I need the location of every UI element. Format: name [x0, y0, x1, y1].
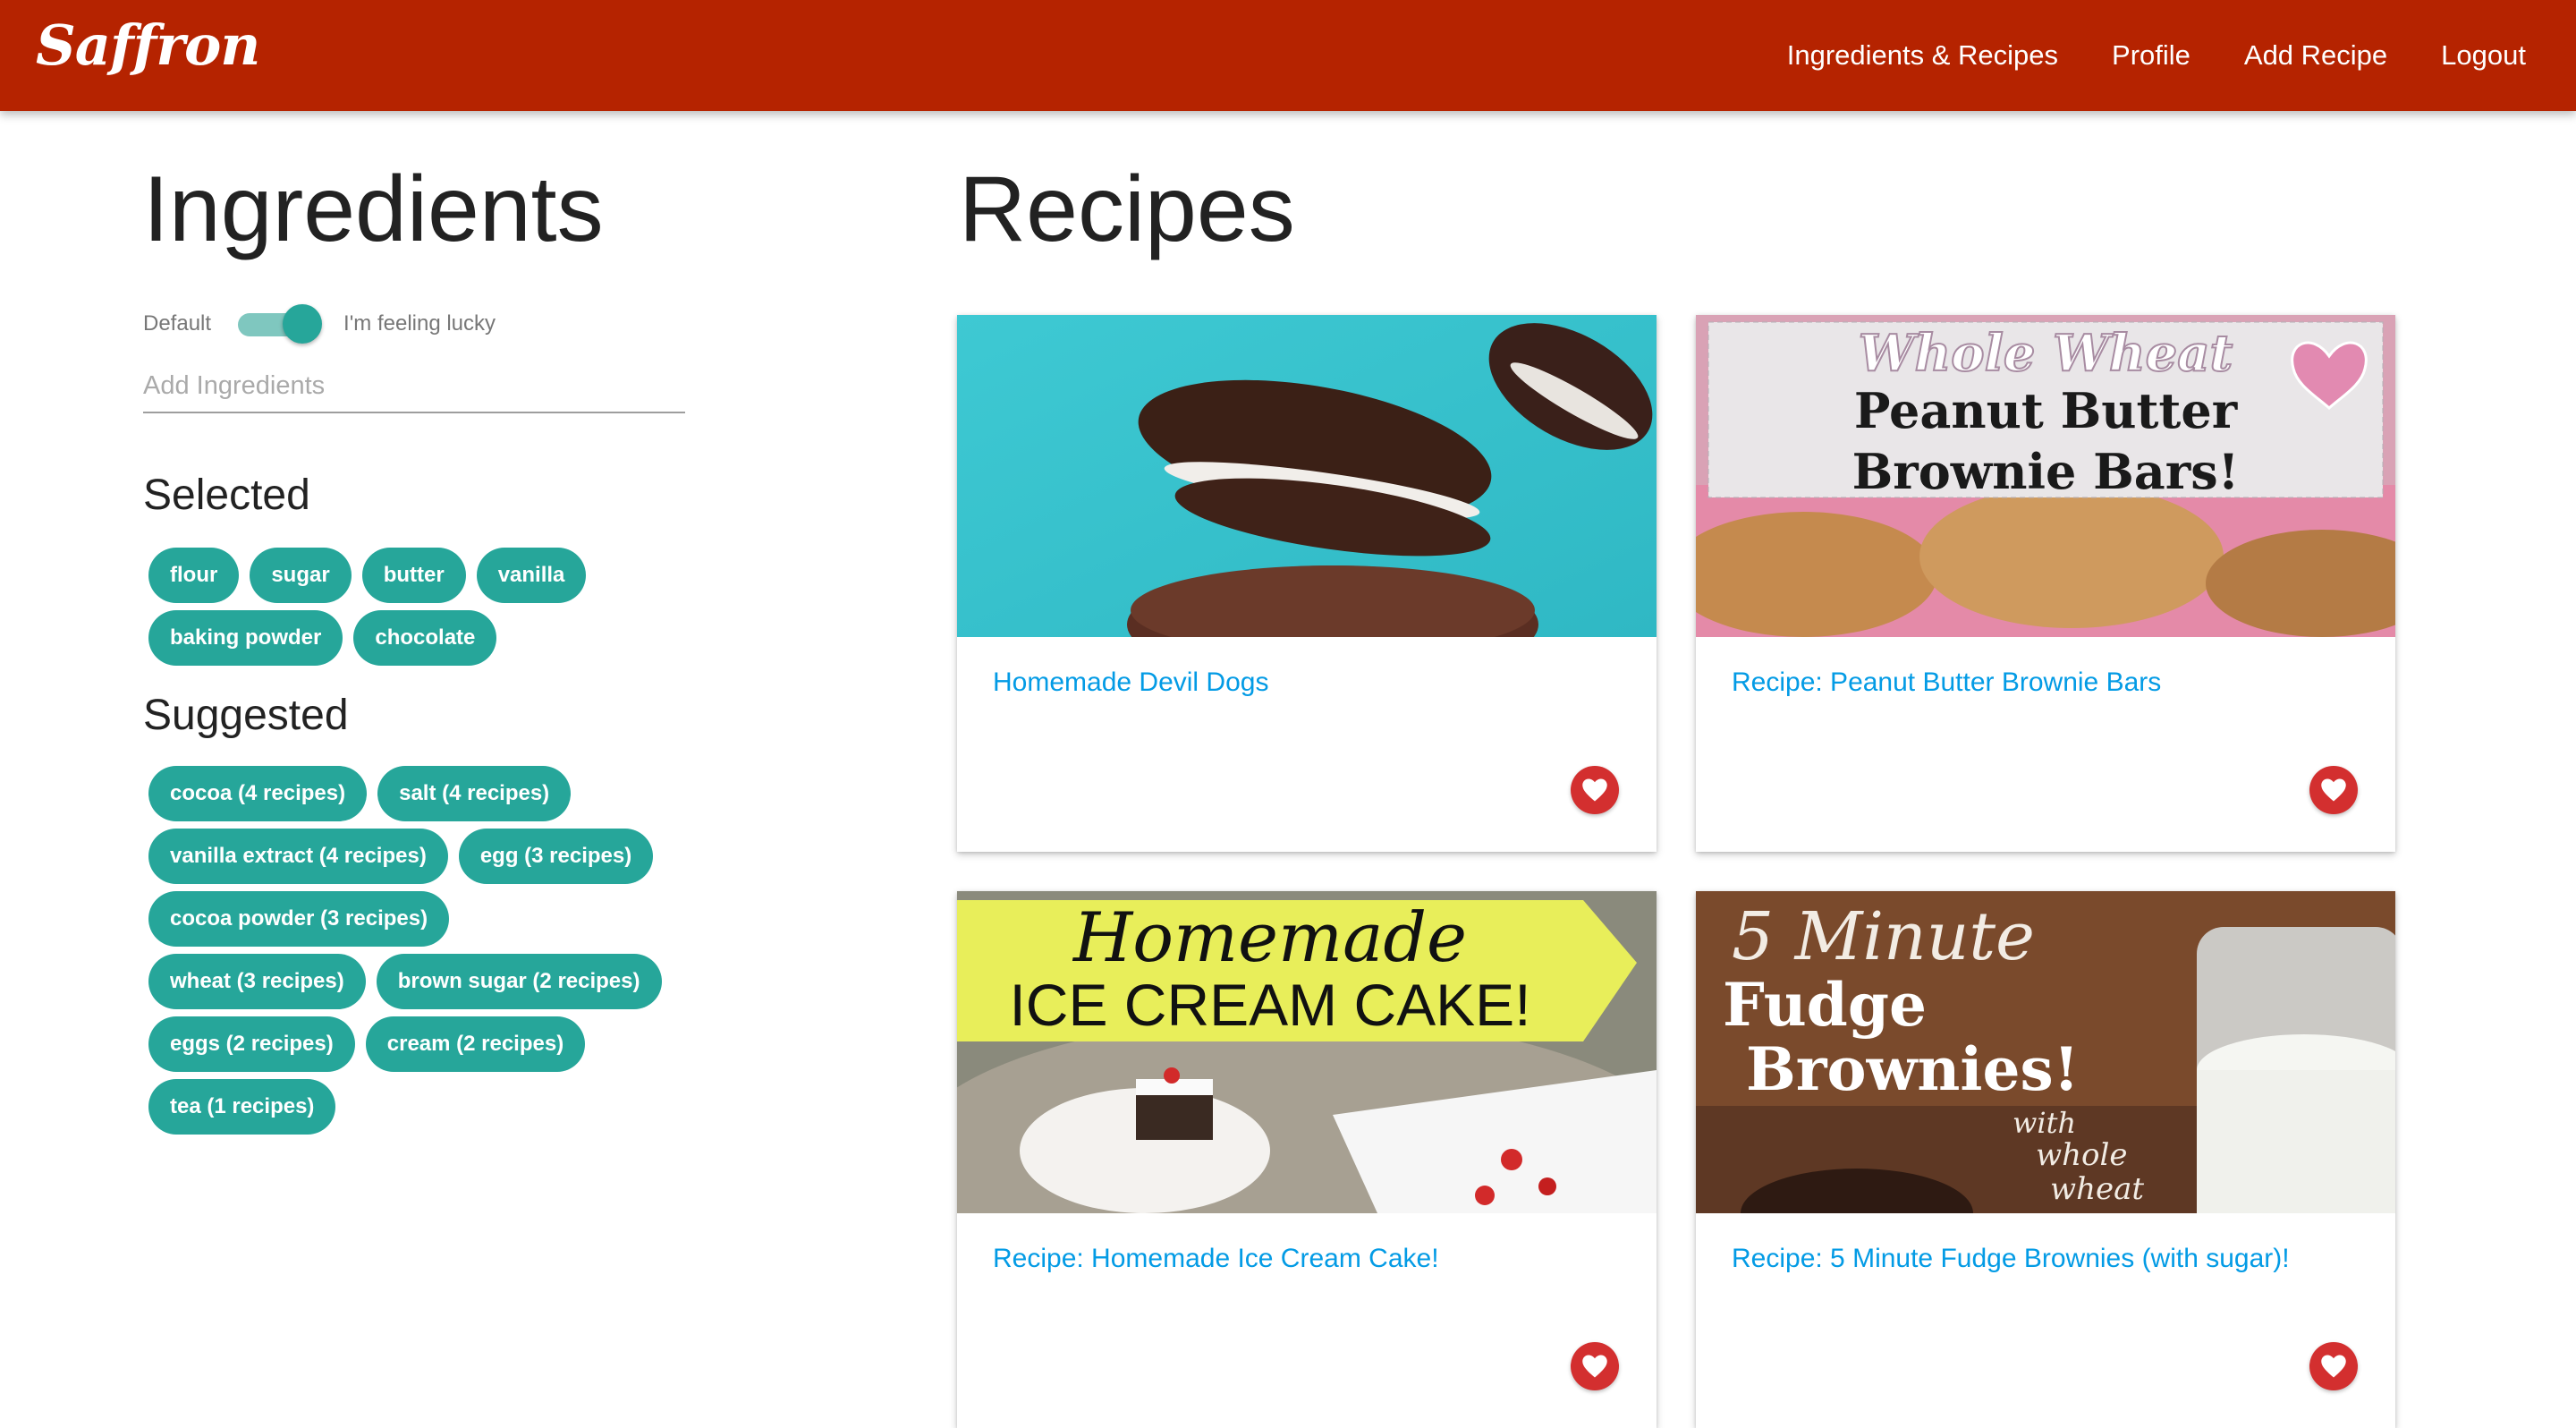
suggested-chip[interactable]: tea (1 recipes) [148, 1079, 336, 1135]
recipe-card: Homemade ICE CREAM CAKE! Recipe: Homemad… [957, 891, 1657, 1428]
recipe-title-link[interactable]: Recipe: 5 Minute Fudge Brownies (with su… [1732, 1244, 2358, 1274]
selected-chip[interactable]: sugar [250, 548, 352, 603]
image-text: whole [2036, 1137, 2127, 1173]
selected-chip[interactable]: vanilla [476, 548, 587, 603]
recipes-heading: Recipes [959, 157, 1295, 261]
suggested-chip[interactable]: wheat (3 recipes) [148, 954, 366, 1009]
image-text: with [2012, 1106, 2076, 1140]
nav-ingredients-recipes[interactable]: Ingredients & Recipes [1787, 39, 2058, 72]
recipe-card: 5 Minute Fudge Brownies! with whole whea… [1696, 891, 2395, 1428]
nav-profile[interactable]: Profile [2112, 39, 2190, 72]
image-text: Brownies! [1746, 1034, 2080, 1104]
heart-icon [2321, 778, 2346, 802]
suggested-chip[interactable]: salt (4 recipes) [377, 766, 572, 821]
selected-chips: flour sugar butter vanilla baking powder… [148, 548, 614, 673]
add-ingredients-input[interactable] [143, 360, 685, 413]
recipe-card: Whole Wheat Peanut Butter Brownie Bars! … [1696, 315, 2395, 852]
nav-logout[interactable]: Logout [2441, 39, 2526, 72]
recipe-title-link[interactable]: Recipe: Peanut Butter Brownie Bars [1732, 667, 2358, 698]
toggle-label-lucky: I'm feeling lucky [343, 311, 496, 336]
recipe-image-ice-cream-cake[interactable]: Homemade ICE CREAM CAKE! [957, 891, 1657, 1213]
heart-icon [1582, 1355, 1607, 1378]
recipe-image-devil-dogs[interactable] [957, 315, 1657, 637]
favorite-button[interactable] [1571, 1342, 1619, 1390]
brand-logo[interactable]: Saffron [36, 13, 260, 78]
image-text: Homemade [1072, 897, 1467, 977]
heart-icon [1582, 778, 1607, 802]
top-navbar: Saffron Ingredients & Recipes Profile Ad… [0, 0, 2576, 111]
selected-chip[interactable]: baking powder [148, 610, 343, 666]
image-text: Fudge [1723, 970, 1927, 1040]
suggested-chip[interactable]: cocoa (4 recipes) [148, 766, 368, 821]
image-text: Peanut Butter [1854, 382, 2238, 439]
image-text: Brownie Bars! [1852, 443, 2240, 500]
image-text: ICE CREAM CAKE! [1009, 972, 1530, 1038]
image-text: Whole Wheat [1859, 324, 2233, 383]
recipe-card: Homemade Devil Dogs [957, 315, 1657, 852]
suggested-chips: cocoa (4 recipes) salt (4 recipes) vanil… [148, 766, 685, 1142]
nav-links: Ingredients & Recipes Profile Add Recipe… [1733, 0, 2526, 111]
selected-chip[interactable]: flour [148, 548, 240, 603]
toggle-label-default: Default [143, 311, 212, 336]
suggested-chip[interactable]: egg (3 recipes) [458, 829, 654, 884]
recipe-title-link[interactable]: Homemade Devil Dogs [993, 667, 1619, 698]
heart-icon [2321, 1355, 2346, 1378]
recipe-title-link[interactable]: Recipe: Homemade Ice Cream Cake! [993, 1244, 1619, 1274]
mode-toggle-row: Default I'm feeling lucky [143, 304, 496, 344]
favorite-button[interactable] [2309, 766, 2358, 814]
suggested-heading: Suggested [143, 692, 349, 739]
nav-add-recipe[interactable]: Add Recipe [2244, 39, 2387, 72]
suggested-chip[interactable]: cream (2 recipes) [365, 1016, 586, 1072]
toggle-thumb [283, 304, 323, 344]
image-text: 5 Minute [1732, 898, 2035, 975]
suggested-chip[interactable]: cocoa powder (3 recipes) [148, 891, 450, 947]
lucky-toggle-switch[interactable] [238, 304, 324, 344]
selected-heading: Selected [143, 472, 310, 519]
ingredients-heading: Ingredients [143, 157, 604, 261]
recipe-image-fudge-brownies[interactable]: 5 Minute Fudge Brownies! with whole whea… [1696, 891, 2395, 1213]
recipe-image-peanut-butter-brownie-bars[interactable]: Whole Wheat Peanut Butter Brownie Bars! [1696, 315, 2395, 637]
image-text: wheat [2050, 1171, 2144, 1207]
favorite-button[interactable] [1571, 766, 1619, 814]
favorite-button[interactable] [2309, 1342, 2358, 1390]
suggested-chip[interactable]: eggs (2 recipes) [148, 1016, 355, 1072]
suggested-chip[interactable]: vanilla extract (4 recipes) [148, 829, 448, 884]
suggested-chip[interactable]: brown sugar (2 recipes) [376, 954, 662, 1009]
selected-chip[interactable]: chocolate [353, 610, 497, 666]
selected-chip[interactable]: butter [361, 548, 466, 603]
